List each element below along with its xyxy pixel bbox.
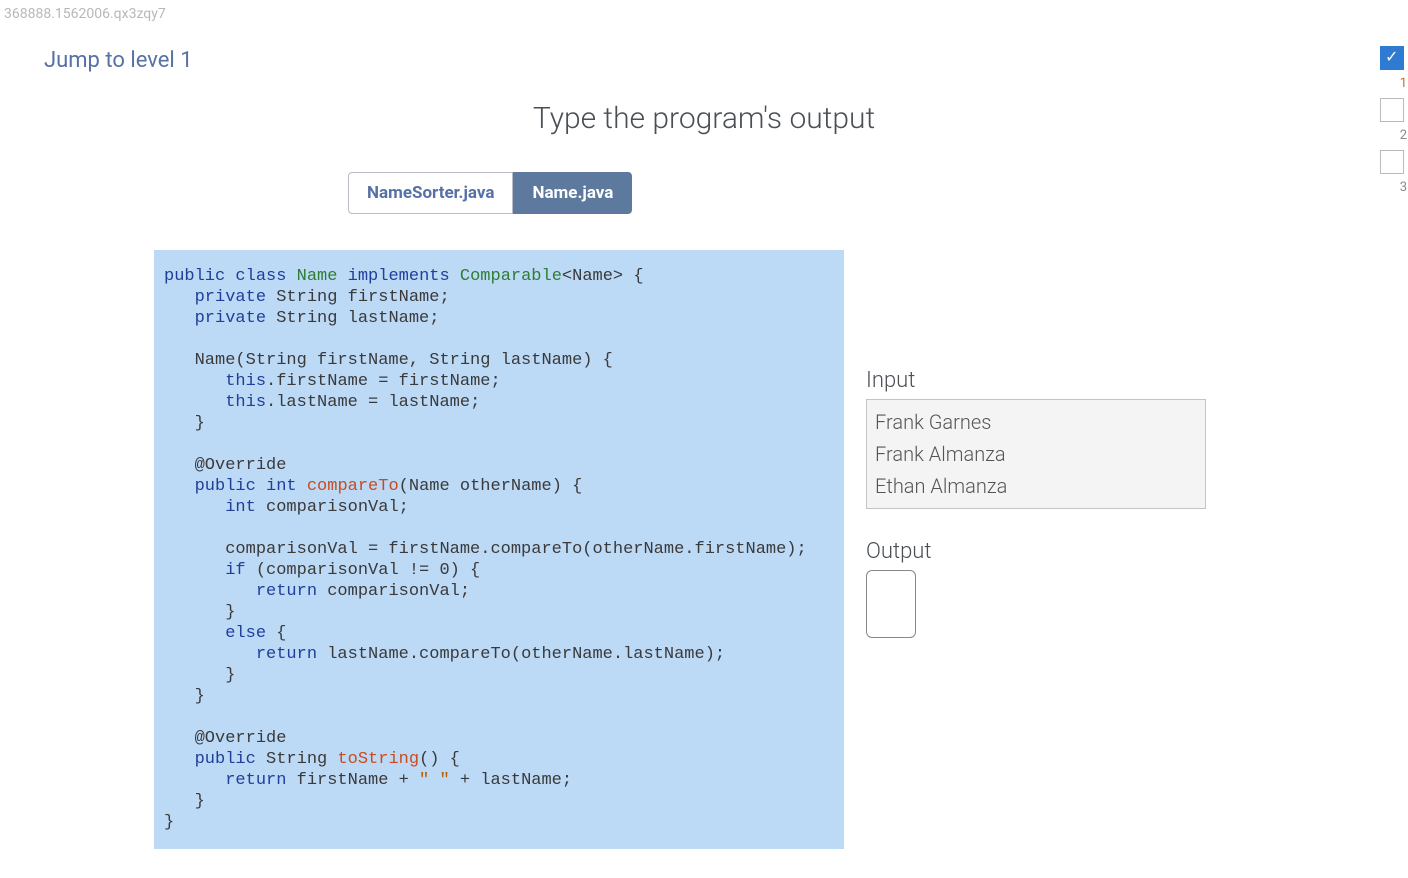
code-keyword: return bbox=[164, 582, 317, 601]
output-label: Output bbox=[866, 539, 1216, 564]
progress-step-2[interactable]: 2 bbox=[1380, 98, 1404, 122]
jump-to-level-link[interactable]: Jump to level 1 bbox=[44, 48, 1408, 73]
code-keyword: this bbox=[164, 372, 266, 391]
input-label: Input bbox=[866, 368, 1216, 393]
code-keyword: private bbox=[164, 288, 266, 307]
code-class: Comparable bbox=[460, 267, 562, 286]
code-keyword: else bbox=[164, 624, 266, 643]
prompt-title: Type the program's output bbox=[284, 101, 1124, 136]
code-keyword: return bbox=[164, 645, 317, 664]
code-keyword: public bbox=[164, 750, 256, 769]
progress-step-1[interactable]: 1 bbox=[1380, 46, 1404, 70]
progress-step-3[interactable]: 3 bbox=[1380, 150, 1404, 174]
code-keyword: this bbox=[164, 393, 266, 412]
code-keyword: public bbox=[164, 477, 256, 496]
progress-num: 3 bbox=[1400, 180, 1407, 195]
code-block: public class Name implements Comparable<… bbox=[154, 250, 844, 849]
code-keyword: private bbox=[164, 309, 266, 328]
progress-num: 2 bbox=[1400, 128, 1407, 143]
progress-tracker: 1 2 3 bbox=[1380, 40, 1408, 202]
input-box: Frank Garnes Frank Almanza Ethan Almanza bbox=[866, 399, 1206, 509]
code-keyword: int bbox=[266, 477, 297, 496]
input-line: Frank Garnes bbox=[875, 406, 1197, 438]
output-textarea[interactable] bbox=[866, 570, 916, 638]
code-method: toString bbox=[337, 750, 419, 769]
code-keyword: return bbox=[164, 771, 286, 790]
code-keyword: int bbox=[164, 498, 256, 517]
input-line: Ethan Almanza bbox=[875, 470, 1197, 502]
code-string: " " bbox=[419, 771, 450, 790]
code-keyword: if bbox=[164, 561, 246, 580]
code-keyword: public bbox=[164, 267, 225, 286]
input-line: Frank Almanza bbox=[875, 438, 1197, 470]
code-keyword: class bbox=[235, 267, 286, 286]
tab-name[interactable]: Name.java bbox=[513, 172, 632, 214]
progress-num: 1 bbox=[1400, 76, 1407, 91]
code-keyword: implements bbox=[348, 267, 450, 286]
meta-id: 368888.1562006.qx3zqy7 bbox=[0, 0, 1408, 28]
code-class: Name bbox=[297, 267, 338, 286]
code-method: compareTo bbox=[307, 477, 399, 496]
file-tabs: NameSorter.java Name.java bbox=[348, 172, 1408, 214]
tab-namesorter[interactable]: NameSorter.java bbox=[348, 172, 513, 214]
